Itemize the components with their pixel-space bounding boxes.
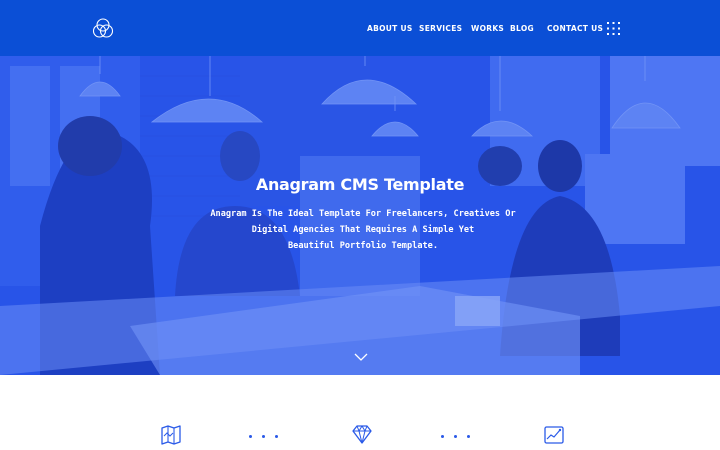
nav-contact-us[interactable]: CONTACT US xyxy=(547,24,603,33)
separator-dots xyxy=(249,435,278,438)
dot xyxy=(467,435,470,438)
hero-subtitle-line: Anagram Is The Ideal Template For Freela… xyxy=(210,209,516,219)
grid-dots-icon[interactable] xyxy=(607,22,620,35)
dot xyxy=(275,435,278,438)
nav-services[interactable]: SERVICES xyxy=(419,24,462,33)
hero-subtitle-line: Beautiful Portfolio Template. xyxy=(287,241,439,251)
separator-dots xyxy=(441,435,470,438)
hero-title: Anagram CMS Template xyxy=(255,175,465,194)
nav-works[interactable]: WORKS xyxy=(471,24,504,33)
nav-blog[interactable]: BLOG xyxy=(510,24,534,33)
dot xyxy=(454,435,457,438)
hero-section: Anagram CMS Template Anagram Is The Idea… xyxy=(0,56,720,375)
chart-icon xyxy=(544,426,564,444)
dot xyxy=(262,435,265,438)
hero-subtitle-line: Digital Agencies That Requires A Simple … xyxy=(251,225,475,235)
dot xyxy=(441,435,444,438)
map-icon xyxy=(161,425,181,445)
dot xyxy=(249,435,252,438)
diamond-icon xyxy=(352,425,372,444)
site-header: ABOUT US SERVICES WORKS BLOG CONTACT US xyxy=(0,0,720,56)
chevron-down-icon[interactable] xyxy=(354,352,368,362)
interlocking-circles-logo[interactable] xyxy=(92,17,114,39)
nav-about-us[interactable]: ABOUT US xyxy=(367,24,413,33)
hero-subtitle: Anagram Is The Ideal Template For Freela… xyxy=(200,206,526,254)
features-section xyxy=(0,375,720,450)
